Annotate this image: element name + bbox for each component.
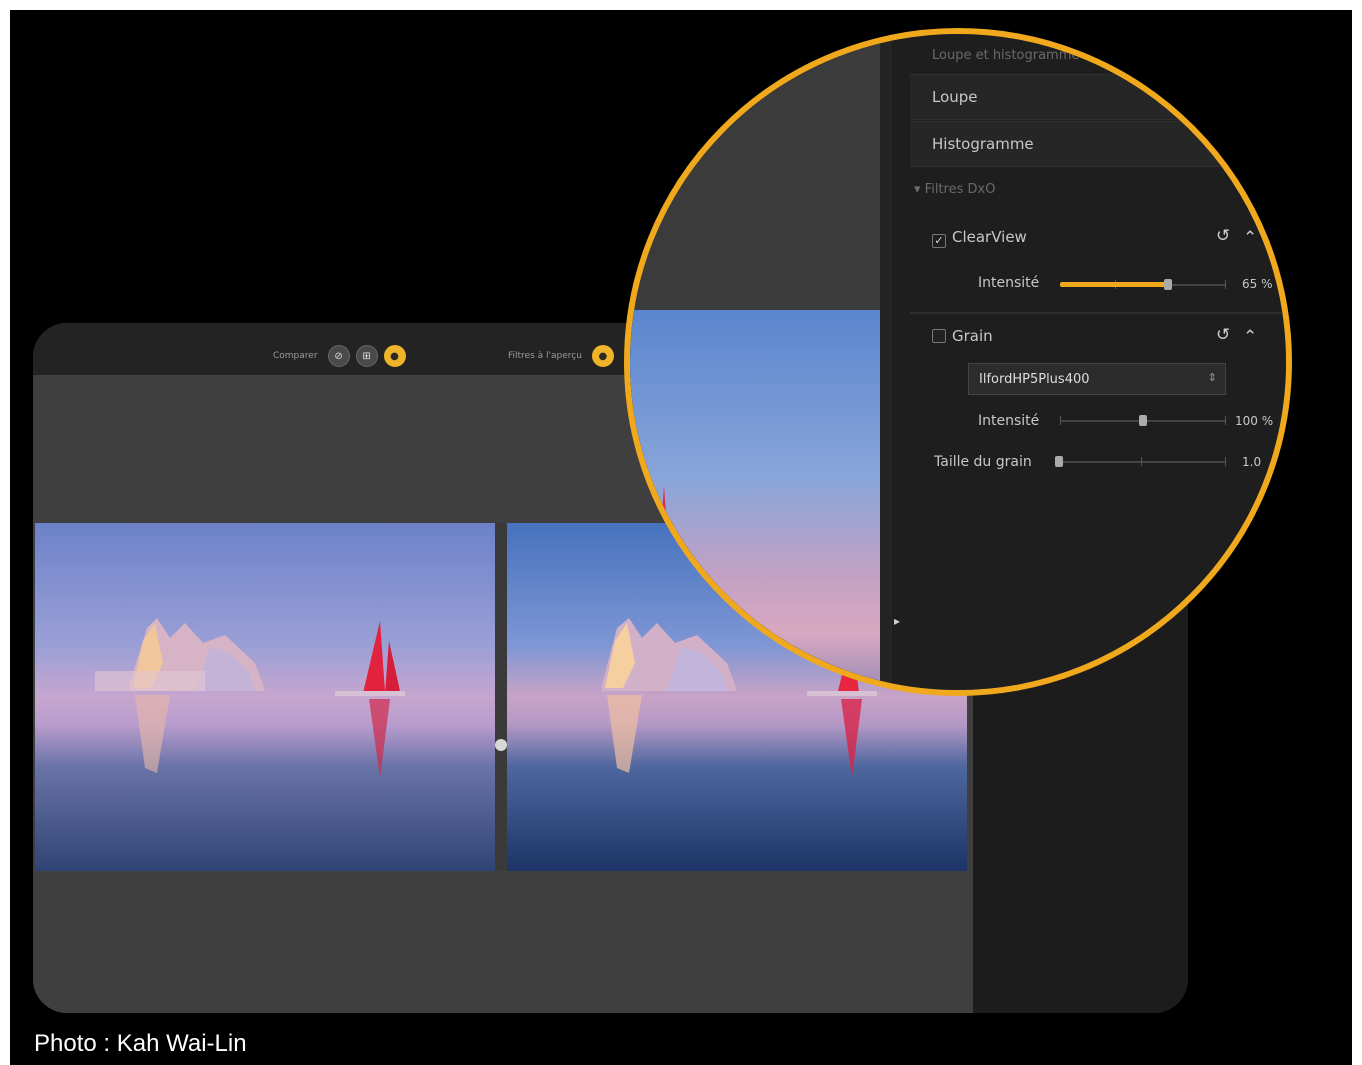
grain-film-dropdown[interactable]: IlfordHP5Plus400 ⇕ [968,363,1226,395]
clearview-header: ✓ ClearView [932,228,1286,248]
compare-split-button[interactable]: ⊞ [355,345,378,367]
clearview-collapse-icon[interactable]: ⌃ [1243,228,1257,248]
split-handle-knob[interactable] [495,739,507,751]
grain-size-thumb[interactable] [1055,456,1064,467]
preview-filters-toggle[interactable]: ● [591,345,614,367]
section-dxo-filters-label: Filtres DxO [924,182,996,197]
clearview-intensity-slider[interactable] [1060,276,1226,294]
loupe-label: Loupe [932,88,978,106]
compare-off-button[interactable]: ⊘ [327,345,350,367]
compare-label: Comparer [273,351,318,361]
clearview-intensity-fill [1060,282,1168,287]
section-dxo-filters[interactable]: ▾ Filtres DxO [914,182,1286,197]
dropdown-chevron-icon: ⇕ [1207,371,1217,384]
split-divider[interactable] [495,523,507,871]
clearview-intensity-thumb[interactable] [1163,279,1172,290]
grain-intensity-value: 100 % [1235,414,1274,428]
preview-filters-label: Filtres à l'aperçu [508,351,582,361]
clearview-label: ClearView [952,228,1027,246]
mag-photo-zoom [630,310,880,690]
grain-checkbox[interactable] [932,329,946,343]
section-loupe-histogram[interactable]: Loupe et histogramme [932,48,1286,63]
grain-intensity-thumb[interactable] [1139,415,1147,426]
clearview-checkbox[interactable]: ✓ [932,234,946,248]
magnifier-content: Loupe et histogramme Loupe Histogramme ▾… [630,34,1286,690]
grain-header: Grain [932,327,1286,345]
clearview-intensity-value: 65 % [1242,277,1273,291]
preview-group: Filtres à l'aperçu ● [508,345,614,367]
grain-reset-icon[interactable]: ↺ [1216,325,1230,345]
clearview-reset-icon[interactable]: ↺ [1216,226,1230,246]
photo-before [35,523,495,871]
photo-credit-caption: Photo : Kah Wai-Lin [34,1030,247,1057]
grain-film-value: IlfordHP5Plus400 [979,372,1090,387]
grain-label: Grain [952,327,993,345]
grain-separator [910,312,1286,314]
mag-panel-divider [880,34,892,690]
compare-side-by-side-button[interactable]: ● [383,345,406,367]
panel-expand-arrow-icon[interactable]: ▸ [894,614,900,628]
grain-collapse-icon[interactable]: ⌃ [1243,327,1257,347]
grain-size-value: 1.0 [1242,455,1262,469]
compare-group: Comparer ⊘ ⊞ ● [273,345,406,367]
grain-size-slider[interactable] [1055,453,1226,471]
histogram-label: Histogramme [932,135,1034,153]
grain-intensity-slider[interactable] [1060,412,1226,430]
magnifier-callout: Loupe et histogramme Loupe Histogramme ▾… [624,28,1292,696]
